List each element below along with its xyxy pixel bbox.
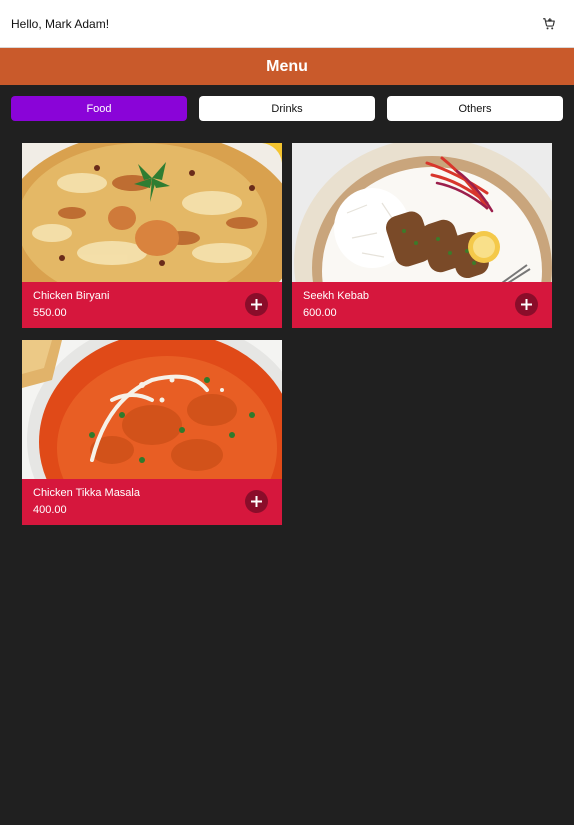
plus-icon xyxy=(521,299,532,310)
food-card[interactable]: Seekh Kebab 600.00 xyxy=(292,143,552,328)
plus-icon xyxy=(251,496,262,507)
add-to-cart-button[interactable] xyxy=(515,293,538,316)
cart-button[interactable] xyxy=(540,15,558,33)
food-name: Seekh Kebab xyxy=(303,290,370,302)
food-name: Chicken Biryani xyxy=(33,290,110,302)
tab-others[interactable]: Others xyxy=(387,96,563,121)
food-name: Chicken Tikka Masala xyxy=(33,487,140,499)
tab-drinks[interactable]: Drinks xyxy=(199,96,375,121)
tikka-masala-photo xyxy=(22,340,282,479)
greeting-text: Hello, Mark Adam! xyxy=(11,16,110,31)
top-bar: Hello, Mark Adam! xyxy=(0,0,574,48)
add-to-cart-button[interactable] xyxy=(245,490,268,513)
biryani-photo xyxy=(22,143,282,282)
kebab-photo xyxy=(292,143,552,282)
category-tabs: Food Drinks Others xyxy=(11,96,563,121)
cart-icon xyxy=(543,17,555,29)
menu-title: Menu xyxy=(266,57,308,75)
food-card-info: Seekh Kebab 600.00 xyxy=(292,282,552,328)
add-to-cart-button[interactable] xyxy=(245,293,268,316)
food-card-info: Chicken Biryani 550.00 xyxy=(22,282,282,328)
tab-food[interactable]: Food xyxy=(11,96,187,121)
food-card-info: Chicken Tikka Masala 400.00 xyxy=(22,479,282,525)
food-card[interactable]: Chicken Biryani 550.00 xyxy=(22,143,282,328)
food-price: 400.00 xyxy=(33,504,67,516)
plus-icon xyxy=(251,299,262,310)
food-price: 550.00 xyxy=(33,307,67,319)
menu-header: Menu xyxy=(0,48,574,85)
food-card[interactable]: Chicken Tikka Masala 400.00 xyxy=(22,340,282,525)
food-grid: Chicken Biryani 550.00 Seekh Kebab 600.0… xyxy=(22,143,552,525)
food-price: 600.00 xyxy=(303,307,337,319)
